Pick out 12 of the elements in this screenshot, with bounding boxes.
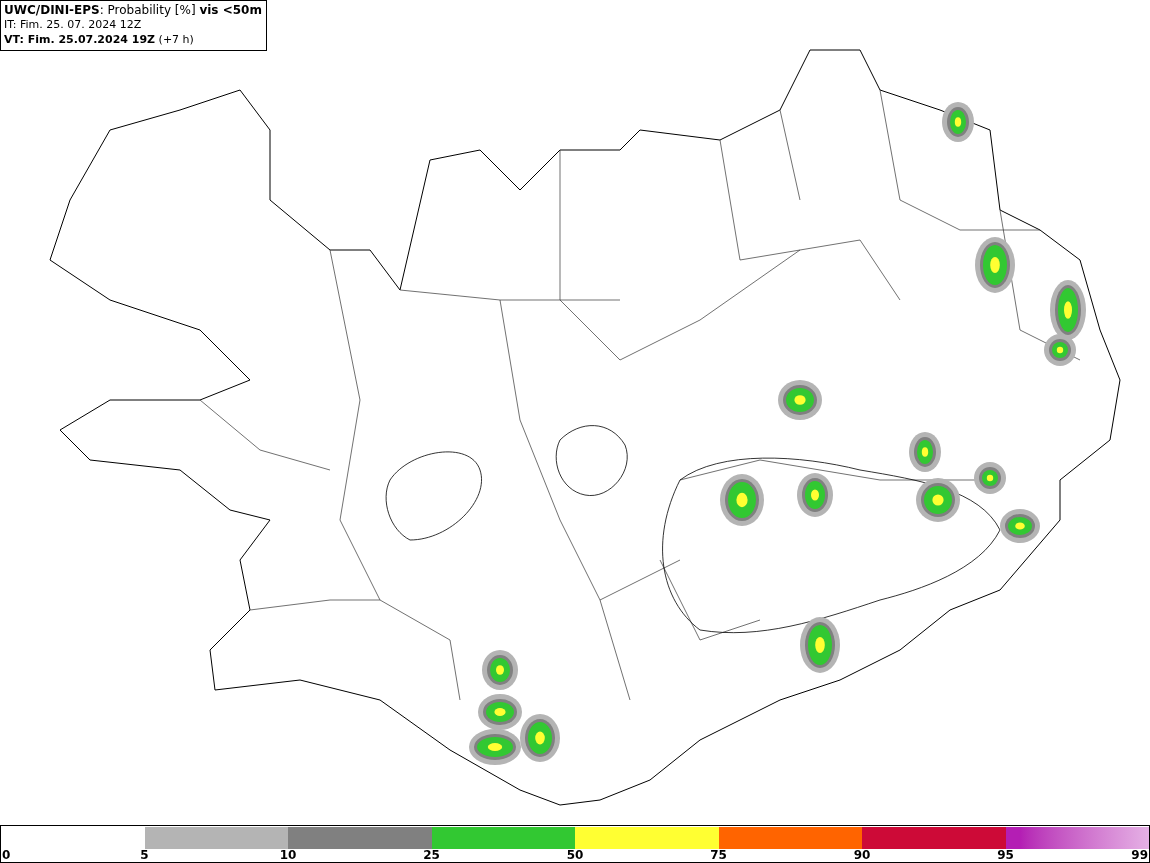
map-title: UWC/DINI-EPS: Probability [%] vis <50m (4, 3, 262, 17)
legend-label: 90 (853, 848, 871, 862)
legend-label: 10 (279, 848, 297, 862)
legend-label: 99 (1131, 848, 1148, 862)
legend-label: 25 (423, 848, 440, 862)
legend-label: 0 (2, 848, 11, 862)
valid-time: VT: Fim. 25.07.2024 19Z (+7 h) (4, 33, 195, 47)
legend-label: 5 (140, 848, 149, 862)
legend-label: 95 (997, 848, 1014, 862)
issue-time: IT: Fim. 25. 07. 2024 12Z (4, 18, 143, 32)
legend-label: 50 (566, 848, 584, 862)
legend-label: 75 (710, 848, 727, 862)
